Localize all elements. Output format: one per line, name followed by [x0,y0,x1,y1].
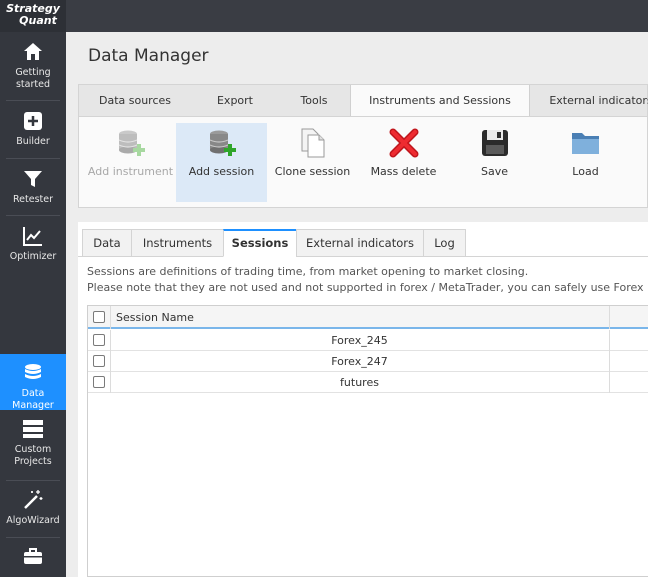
session-name-cell: Forex_245 [331,334,388,347]
nav-divider [6,100,60,101]
description-line-2: Please note that they are not used and n… [87,281,644,294]
filter-icon [24,171,42,187]
nav-divider [6,480,60,481]
sessions-table: Session Name Forex_245 Forex_247 futures [87,305,648,577]
floppy-disk-icon [481,130,508,156]
sidebar-item-toolbox[interactable] [0,545,66,575]
add-session-button[interactable]: Add session [176,123,267,202]
add-instrument-button[interactable]: Add instrument [85,123,176,202]
sidebar-item-builder[interactable]: Builder [0,110,66,154]
nav-divider [6,158,60,159]
toolbar: Add instrument Add session Clone session [78,116,648,208]
database-icon [25,364,41,379]
sidebar-item-retester[interactable]: Retester [0,168,66,212]
briefcase-icon [24,548,42,564]
table-row[interactable]: Forex_247 [88,351,648,372]
session-name-cell: Forex_247 [331,355,388,368]
tab-data-sources[interactable]: Data sources [79,85,191,117]
tab-instruments[interactable]: Instruments [131,229,224,257]
mass-delete-button[interactable]: Mass delete [358,123,449,202]
sidebar-item-algowizard[interactable]: AlgoWizard [0,489,66,533]
plus-box-icon [24,112,42,130]
tab-external-indicators-inner[interactable]: External indicators [296,229,424,257]
app-logo: Strategy Quant [0,0,66,32]
select-all-checkbox[interactable] [93,311,105,323]
table-header: Session Name [88,306,648,329]
tab-data[interactable]: Data [82,229,132,257]
sidebar-item-getting-started[interactable]: Getting started [0,41,66,97]
row-checkbox[interactable] [93,376,105,388]
nav-divider [6,537,60,538]
database-add-icon [209,130,236,156]
red-x-icon [389,128,418,158]
tab-log[interactable]: Log [423,229,466,257]
save-button[interactable]: Save [449,123,540,202]
row-checkbox[interactable] [93,334,105,346]
tab-export[interactable]: Export [191,85,279,117]
row-checkbox[interactable] [93,355,105,367]
sidebar-item-custom-projects[interactable]: Custom Projects [0,418,66,474]
server-stack-icon [23,420,43,438]
tab-sessions[interactable]: Sessions [223,229,297,257]
main-panel: Data Manager Data sources Export Tools I… [66,32,648,577]
session-name-cell: futures [340,376,379,389]
tab-instruments-and-sessions[interactable]: Instruments and Sessions [350,85,530,118]
top-bar [66,0,648,32]
tab-tools[interactable]: Tools [279,85,349,117]
load-button[interactable]: Load [540,123,631,202]
page-title: Data Manager [88,46,209,66]
magic-wand-icon [24,490,43,509]
sidebar: Strategy Quant Getting started Builder R… [0,0,72,577]
home-icon [24,43,42,60]
sidebar-item-optimizer[interactable]: Optimizer [0,225,66,269]
description-line-1: Sessions are definitions of trading time… [87,265,529,278]
line-chart-icon [23,227,42,246]
tab-external-indicators[interactable]: External indicators [531,85,648,117]
clone-session-button[interactable]: Clone session [267,123,358,202]
table-row[interactable]: Forex_245 [88,330,648,351]
column-header-session-name[interactable]: Session Name [116,311,194,324]
folder-icon [571,133,599,154]
copy-document-icon [301,128,324,158]
nav-divider [6,215,60,216]
table-row[interactable]: futures [88,372,648,393]
sidebar-item-data-manager[interactable]: Data Manager [0,354,72,411]
outer-tab-bar: Data sources Export Tools Instruments an… [78,84,648,118]
database-add-icon [118,130,145,156]
content-panel: Data Instruments Sessions External indic… [78,222,648,577]
